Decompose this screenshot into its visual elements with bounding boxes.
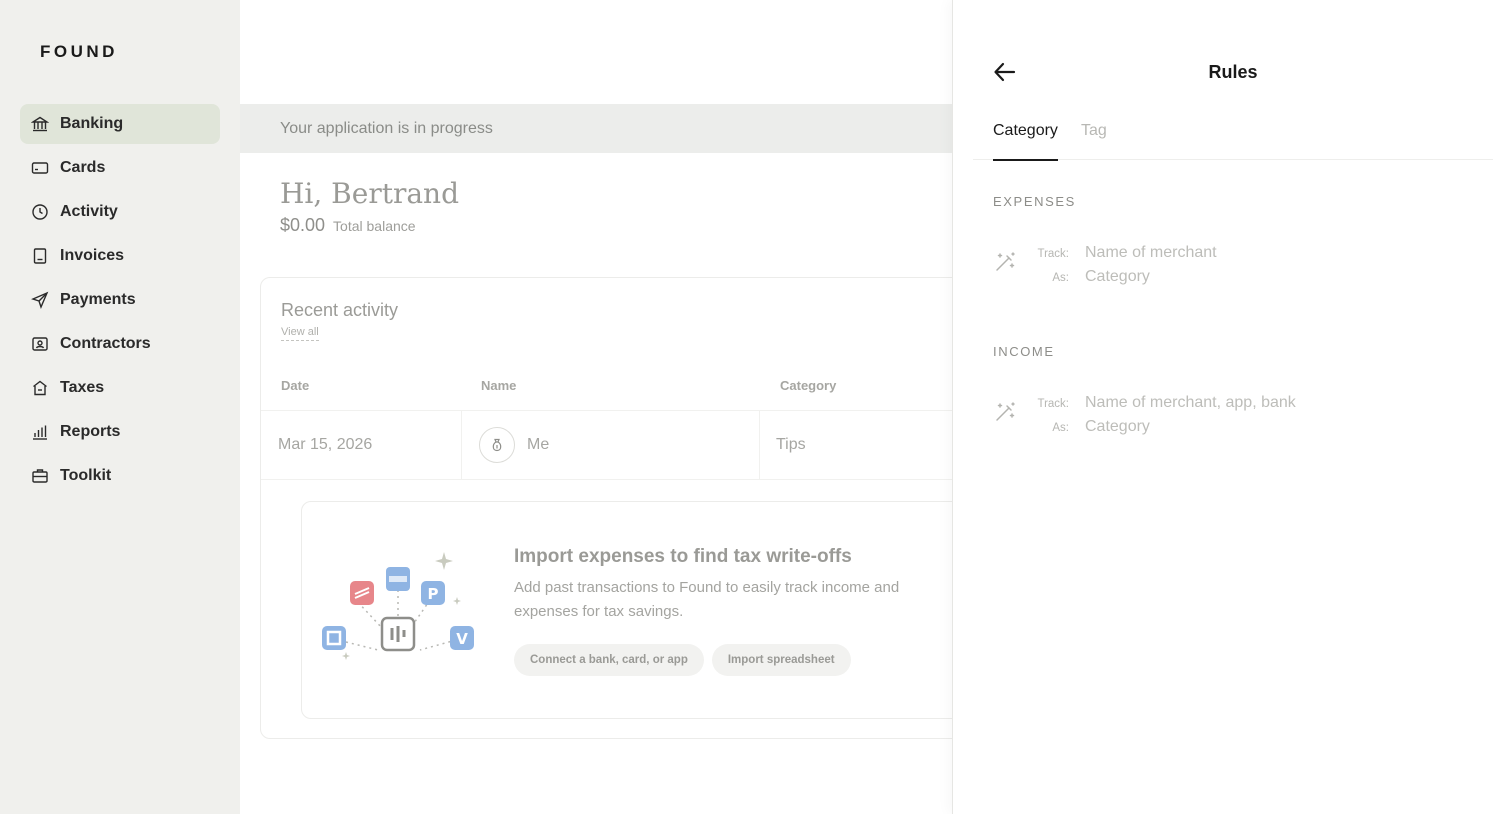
column-header-date[interactable]: Date [281,378,309,393]
expenses-section-label: EXPENSES [993,194,1076,209]
magic-wand-icon [996,252,1015,271]
balance-summary: $0.00 Total balance [280,215,416,236]
import-title: Import expenses to find tax write-offs [514,546,852,567]
sidebar-item-label: Activity [60,203,118,220]
sidebar-item-reports[interactable]: Reports [20,412,220,452]
chase-logo [322,626,346,650]
sidebar-item-label: Payments [60,291,136,308]
track-key: Track: [1037,248,1069,260]
column-header-name[interactable]: Name [481,378,516,393]
income-category-placeholder[interactable]: Category [1085,418,1150,436]
sidebar-item-label: Cards [60,159,106,176]
cell-divider [461,411,462,479]
send-icon [31,291,49,309]
application-banner[interactable]: Your application is in progress [240,104,952,153]
sidebar-item-label: Reports [60,423,121,440]
sidebar-item-label: Contractors [60,335,151,352]
recent-activity-card: Recent activity View all Date Name Categ… [260,277,952,739]
tab-category[interactable]: Category [993,122,1058,161]
cell-divider [759,411,760,479]
income-rule-row[interactable]: Track: As: Name of merchant, app, bank C… [993,390,1473,442]
sidebar-item-activity[interactable]: Activity [20,192,220,232]
main-content: Your application is in progress Hi, Bert… [240,0,952,814]
sparkle-icon [435,552,453,570]
greeting-heading: Hi, Bertrand [280,177,459,210]
as-key: As: [1052,272,1069,284]
card-icon [31,159,49,177]
sidebar-item-invoices[interactable]: Invoices [20,236,220,276]
bar-chart-icon [31,423,49,441]
sidebar-item-cards[interactable]: Cards [20,148,220,188]
svg-text:P: P [428,585,439,603]
sidebar-item-label: Invoices [60,247,125,264]
sidebar: FOUND Banking Cards Activity Invoices Pa… [0,0,240,814]
as-key: As: [1052,422,1069,434]
invoice-icon [31,247,49,265]
sidebar-item-taxes[interactable]: Taxes [20,368,220,408]
income-section-label: INCOME [993,344,1055,359]
connect-account-button[interactable]: Connect a bank, card, or app [514,644,704,676]
avatar [479,427,515,463]
track-key: Track: [1037,398,1069,410]
income-track-placeholder[interactable]: Name of merchant, app, bank [1085,394,1296,412]
import-actions: Connect a bank, card, or app Import spre… [514,644,859,676]
table-row[interactable]: Mar 15, 2026 Me Tips [261,410,952,480]
balance-label: Total balance [333,218,416,234]
view-all-link[interactable]: View all [281,326,319,341]
contractor-icon [31,335,49,353]
sidebar-nav: Banking Cards Activity Invoices Payments [20,104,220,500]
sidebar-item-label: Toolkit [60,467,112,484]
expense-track-placeholder[interactable]: Name of merchant [1085,244,1217,262]
sidebar-item-label: Banking [60,115,124,132]
expense-category-placeholder[interactable]: Category [1085,268,1150,286]
sidebar-item-contractors[interactable]: Contractors [20,324,220,364]
row-name: Me [527,436,550,453]
recent-activity-title: Recent activity [281,300,399,320]
taxes-icon [31,379,49,397]
import-spreadsheet-button[interactable]: Import spreadsheet [711,644,851,676]
import-sources-illustration: P V [322,552,474,660]
sidebar-item-toolkit[interactable]: Toolkit [20,456,220,496]
magic-wand-icon [996,402,1015,421]
sidebar-item-payments[interactable]: Payments [20,280,220,320]
bank-of-america-logo [350,581,374,605]
row-date: Mar 15, 2026 [278,436,373,453]
money-bag-icon [492,438,502,452]
import-description: Add past transactions to Found to easily… [514,579,900,620]
found-logo[interactable]: FOUND [40,42,118,62]
rules-panel: Rules Category Tag EXPENSES Track: As: N… [952,0,1512,814]
rules-tabs: Category Tag [973,118,1493,161]
row-category: Tips [776,436,806,453]
sidebar-item-banking[interactable]: Banking [20,104,220,144]
panel-title: Rules [1208,62,1258,82]
bank-icon [31,115,49,133]
row-name-cell: Me [479,411,549,479]
svg-text:V: V [456,630,468,648]
import-expenses-card: P V Import expenses to find tax write-of… [301,501,952,719]
balance-amount: $0.00 [280,215,326,235]
clock-icon [31,203,49,221]
sidebar-item-label: Taxes [60,379,105,396]
tab-tag[interactable]: Tag [1081,122,1107,159]
briefcase-icon [31,467,49,485]
expense-rule-row[interactable]: Track: As: Name of merchant Category [993,240,1473,292]
column-header-category[interactable]: Category [780,378,836,393]
